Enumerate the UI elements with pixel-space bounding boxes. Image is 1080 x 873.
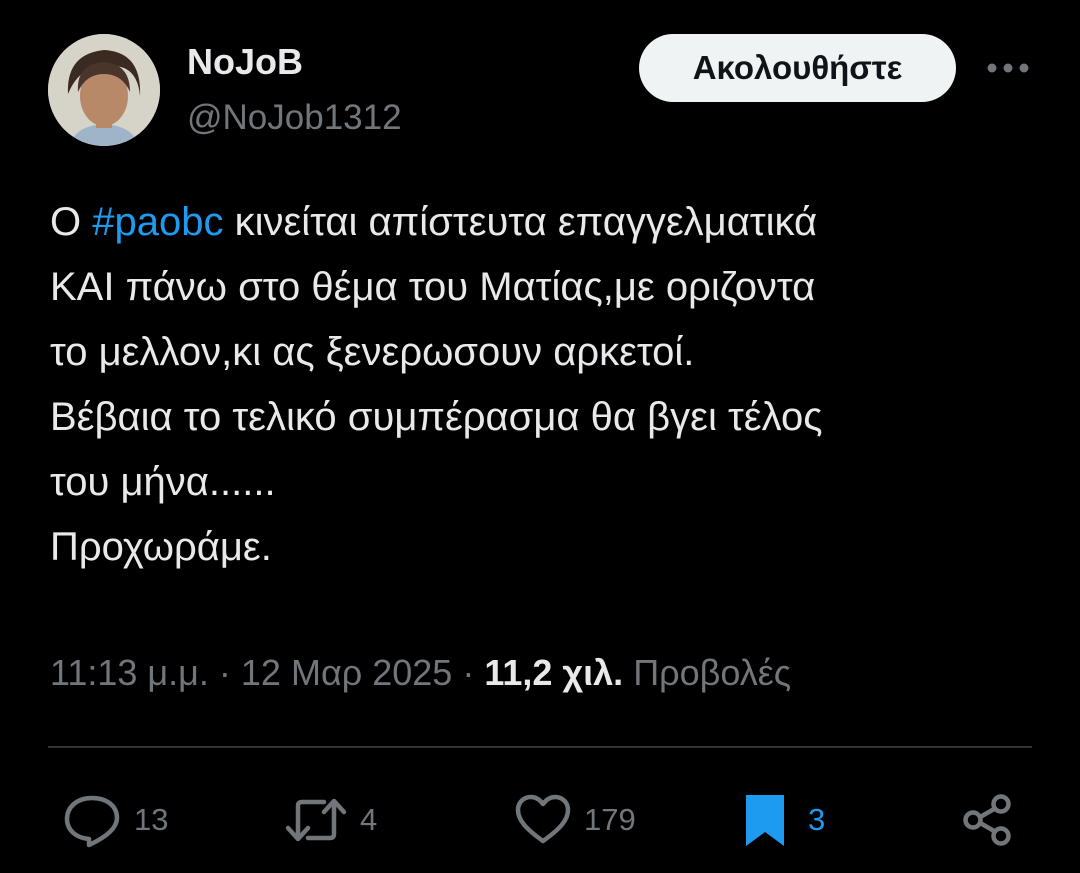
heart-icon xyxy=(515,794,571,844)
bookmark-button[interactable]: 3 xyxy=(742,790,825,850)
tweet-date[interactable]: 12 Μαρ 2025 xyxy=(241,652,452,693)
follow-button[interactable]: Ακολουθήστε xyxy=(639,34,956,102)
tweet-text-line4: Βέβαια το τελικό συμπέρασμα θα βγει τέλο… xyxy=(50,395,823,439)
tweet-time[interactable]: 11:13 μ.μ. xyxy=(50,652,209,693)
avatar-image xyxy=(48,34,160,146)
divider xyxy=(48,746,1032,748)
repost-count: 4 xyxy=(360,802,378,837)
tweet-text-line2: ΚΑΙ πάνω στο θέμα του Ματίας,με οριζοντα xyxy=(50,265,816,309)
tweet-text-line5: του μήνα...... xyxy=(50,460,276,504)
hashtag-link[interactable]: #paobc xyxy=(92,200,223,244)
repost-button[interactable]: 4 xyxy=(284,790,377,850)
reply-button[interactable]: 13 xyxy=(62,790,168,850)
meta-separator-2: · xyxy=(452,652,485,693)
tweet-text: Ο #paobc κινείται απίστευτα επαγγελματικ… xyxy=(50,190,1050,580)
tweet-text-line1-rest: κινείται απίστευτα επαγγελματικά xyxy=(223,200,818,244)
bookmark-count: 3 xyxy=(808,802,826,837)
reply-count: 13 xyxy=(134,802,169,837)
share-button[interactable] xyxy=(960,790,1016,850)
tweet-text-line3: το μελλον,κι ας ξενερωσουν αρκετοί. xyxy=(50,330,695,374)
tweet-text-prefix: Ο xyxy=(50,200,93,244)
more-horizontal-icon xyxy=(987,63,1029,73)
user-handle[interactable]: @NoJob1312 xyxy=(187,96,402,140)
meta-separator: · xyxy=(208,652,241,693)
share-icon xyxy=(963,794,1011,846)
repost-icon xyxy=(285,798,347,842)
reply-icon xyxy=(64,795,120,848)
avatar[interactable] xyxy=(48,34,160,146)
bookmark-icon xyxy=(746,795,784,846)
display-name[interactable]: NoJoB xyxy=(187,40,303,84)
like-count: 179 xyxy=(584,802,636,837)
views-count: 11,2 χιλ. xyxy=(484,652,624,693)
like-button[interactable]: 179 xyxy=(514,790,636,850)
tweet-text-line6: Προχωράμε. xyxy=(50,525,272,569)
views-label: Προβολές xyxy=(633,652,792,693)
tweet-meta: 11:13 μ.μ. · 12 Μαρ 2025 · 11,2 χιλ. Προ… xyxy=(50,648,791,698)
more-options-button[interactable] xyxy=(982,48,1034,88)
